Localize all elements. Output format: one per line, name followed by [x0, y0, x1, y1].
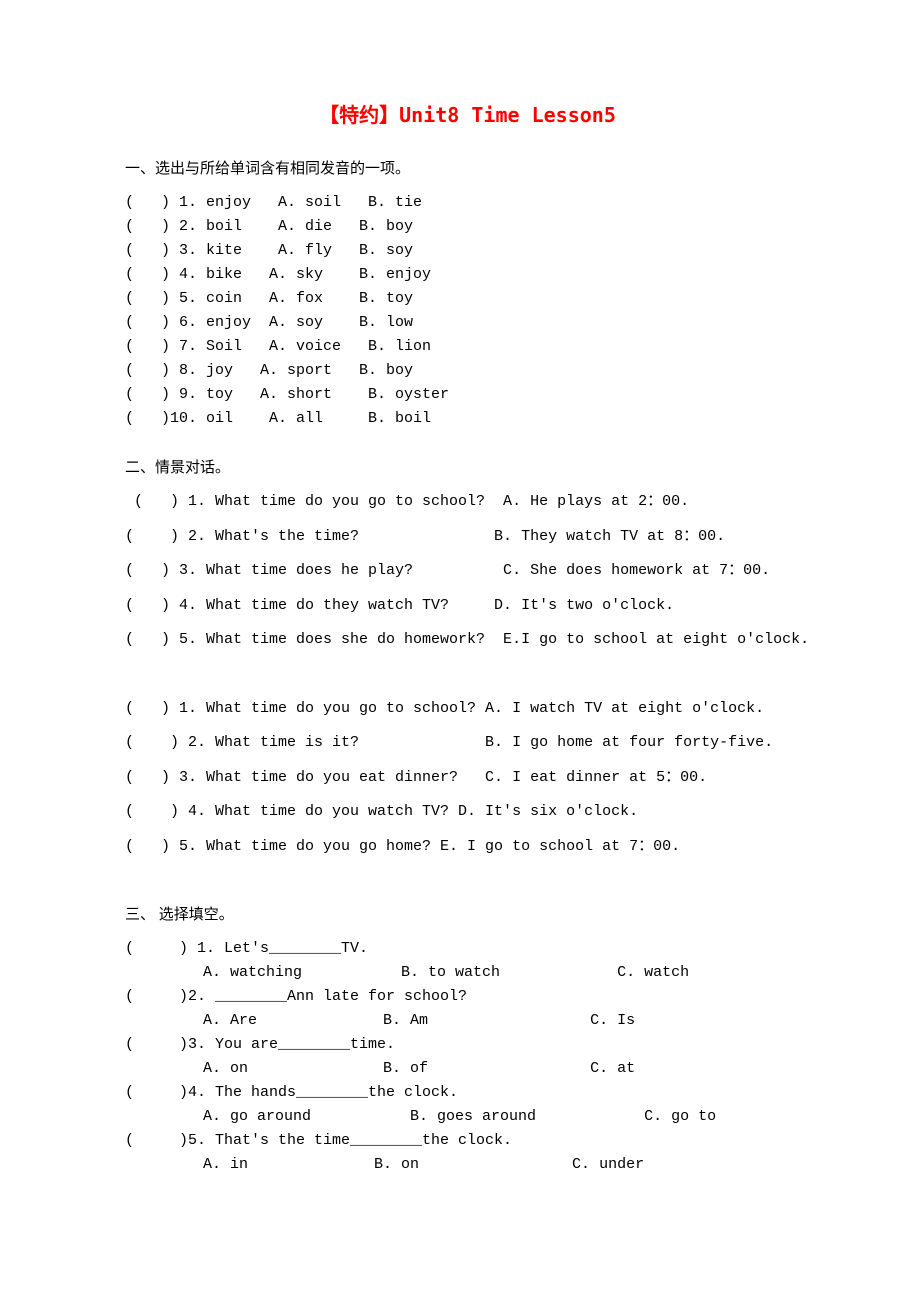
- s1-row-7: ( ) 7. Soil A. voice B. lion: [125, 335, 810, 359]
- section2-heading: 二、情景对话。: [125, 457, 810, 480]
- s3-item2-stem: ( )2. ________Ann late for school?: [125, 985, 810, 1009]
- s2b-row-4: ( ) 4. What time do you watch TV? D. It'…: [125, 801, 810, 824]
- s1-row-1: ( ) 1. enjoy A. soil B. tie: [125, 191, 810, 215]
- s3-item4-opts: A. go around B. goes around C. go to: [125, 1105, 810, 1129]
- s2a-row-3: ( ) 3. What time does he play? C. She do…: [125, 560, 810, 583]
- s1-row-10: ( )10. oil A. all B. boil: [125, 407, 810, 431]
- s3-item3-stem: ( )3. You are________time.: [125, 1033, 810, 1057]
- s2a-row-2: ( ) 2. What's the time? B. They watch TV…: [125, 526, 810, 549]
- s2a-row-5: ( ) 5. What time does she do homework? E…: [125, 629, 810, 652]
- s2b-row-3: ( ) 3. What time do you eat dinner? C. I…: [125, 767, 810, 790]
- s1-row-3: ( ) 3. kite A. fly B. soy: [125, 239, 810, 263]
- s1-row-5: ( ) 5. coin A. fox B. toy: [125, 287, 810, 311]
- page-title: 【特约】Unit8 Time Lesson5: [125, 100, 810, 130]
- s3-item4-stem: ( )4. The hands________the clock.: [125, 1081, 810, 1105]
- s1-row-4: ( ) 4. bike A. sky B. enjoy: [125, 263, 810, 287]
- s2b-row-1: ( ) 1. What time do you go to school? A.…: [125, 698, 810, 721]
- s1-row-9: ( ) 9. toy A. short B. oyster: [125, 383, 810, 407]
- s2b-row-2: ( ) 2. What time is it? B. I go home at …: [125, 732, 810, 755]
- s3-item1-stem: ( ) 1. Let's________TV.: [125, 937, 810, 961]
- s2a-row-1: ( ) 1. What time do you go to school? A.…: [125, 491, 810, 514]
- s3-item3-opts: A. on B. of C. at: [125, 1057, 810, 1081]
- s3-item2-opts: A. Are B. Am C. Is: [125, 1009, 810, 1033]
- section3-heading: 三、 选择填空。: [125, 904, 810, 927]
- s1-row-2: ( ) 2. boil A. die B. boy: [125, 215, 810, 239]
- s2a-row-4: ( ) 4. What time do they watch TV? D. It…: [125, 595, 810, 618]
- s2b-row-5: ( ) 5. What time do you go home? E. I go…: [125, 836, 810, 859]
- section1-heading: 一、选出与所给单词含有相同发音的一项。: [125, 158, 810, 181]
- s3-item1-opts: A. watching B. to watch C. watch: [125, 961, 810, 985]
- s3-item5-stem: ( )5. That's the time________the clock.: [125, 1129, 810, 1153]
- s1-row-8: ( ) 8. joy A. sport B. boy: [125, 359, 810, 383]
- s1-row-6: ( ) 6. enjoy A. soy B. low: [125, 311, 810, 335]
- s3-item5-opts: A. in B. on C. under: [125, 1153, 810, 1177]
